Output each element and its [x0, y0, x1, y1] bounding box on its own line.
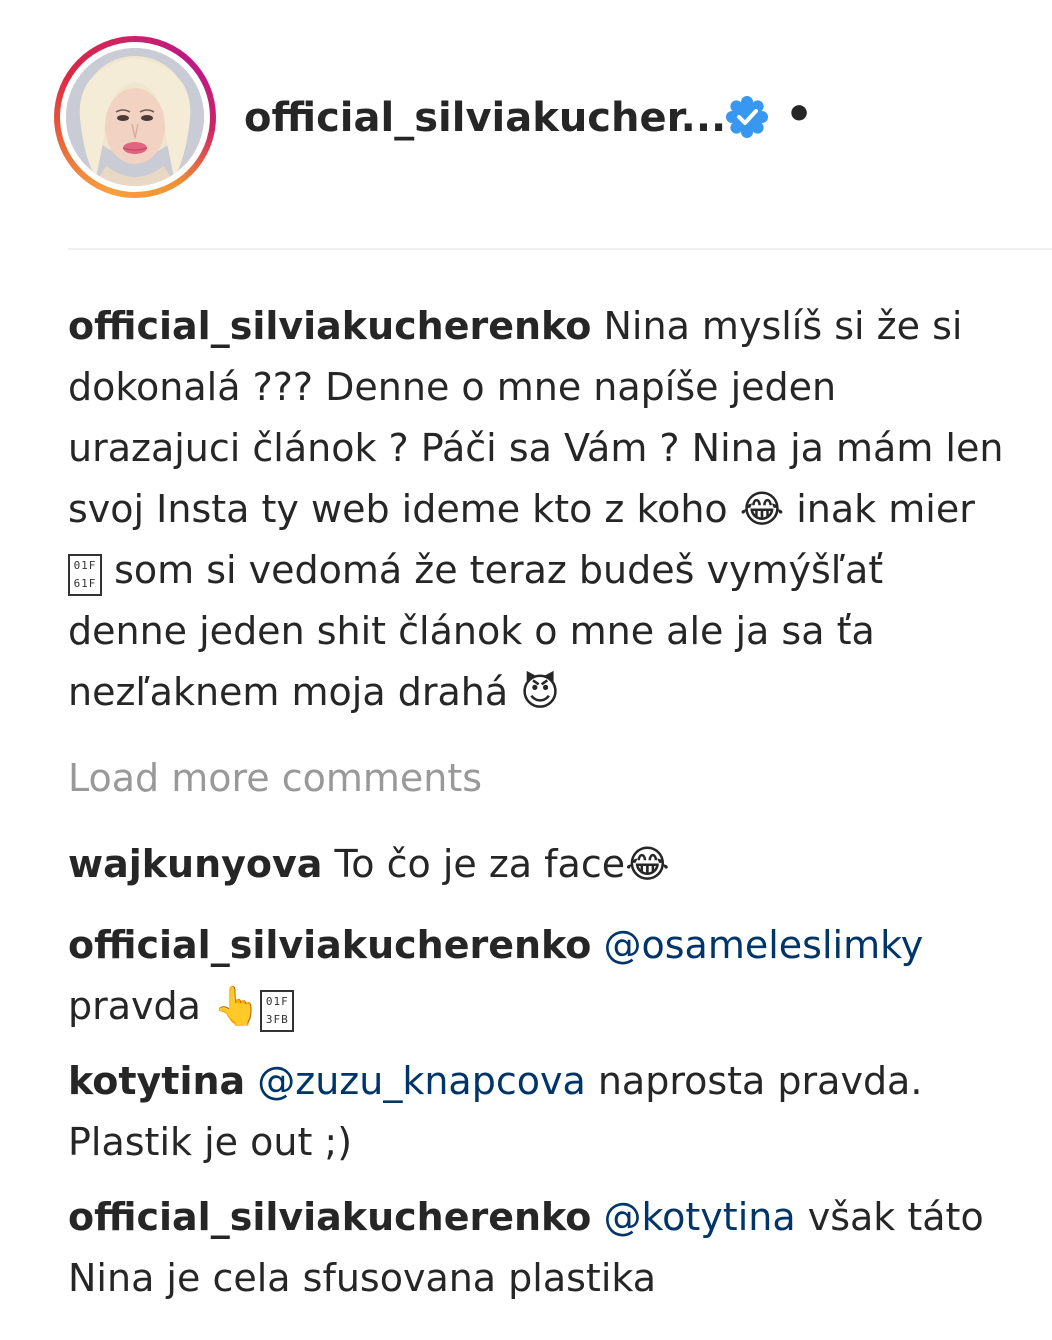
devil-emoji-icon: 😈: [520, 670, 560, 714]
comment-mention[interactable]: @zuzu_knapcova: [245, 1059, 585, 1103]
laughing-emoji-icon: 😂: [625, 842, 670, 886]
post-header: official_silviakucher... •: [0, 0, 1052, 250]
missing-glyph-icon: 01F 61F: [68, 554, 102, 596]
header-username[interactable]: official_silviakucher...: [244, 93, 726, 143]
caption-text-2: inak mier: [784, 487, 975, 531]
caption-username[interactable]: official_silviakucherenko: [68, 304, 591, 348]
story-ring[interactable]: [54, 36, 216, 198]
caption: official_silviakucherenko Nina myslíš si…: [68, 296, 1008, 723]
avatar-image: [66, 48, 204, 186]
comment-mention[interactable]: @osameleslimky: [591, 923, 924, 967]
comment-username[interactable]: official_silviakucherenko: [68, 923, 591, 967]
missing-glyph-icon: 01F 3FB: [260, 990, 295, 1032]
caption-text-3: som si vedomá že teraz budeš vymýšľať de…: [68, 548, 884, 714]
load-more-comments-button[interactable]: Load more comments: [68, 748, 1008, 809]
comment-item: official_silviakucherenko @kotytina však…: [68, 1187, 1008, 1309]
comment-username[interactable]: official_silviakucherenko: [68, 1195, 591, 1239]
comment-username[interactable]: kotytina: [68, 1059, 245, 1103]
comment-text: To čo je za face: [322, 842, 626, 886]
pointing-up-emoji-icon: 👆: [213, 984, 261, 1028]
comments-section: official_silviakucherenko Nina myslíš si…: [68, 296, 1008, 1309]
verified-badge-icon: [726, 96, 768, 138]
header-divider: [68, 248, 1052, 250]
avatar[interactable]: [66, 48, 204, 186]
comment-mention[interactable]: @kotytina: [591, 1195, 796, 1239]
laughing-emoji-icon: 😂: [739, 487, 785, 531]
header-dot: •: [785, 89, 814, 140]
comment-item: wajkunyova To čo je za face😂: [68, 834, 1008, 895]
comment-item: official_silviakucherenko @osameleslimky…: [68, 915, 1008, 1037]
comment-text: pravda: [68, 984, 214, 1028]
comment-item: kotytina @zuzu_knapcova naprosta pravda.…: [68, 1051, 1008, 1173]
comment-username[interactable]: wajkunyova: [68, 842, 322, 886]
